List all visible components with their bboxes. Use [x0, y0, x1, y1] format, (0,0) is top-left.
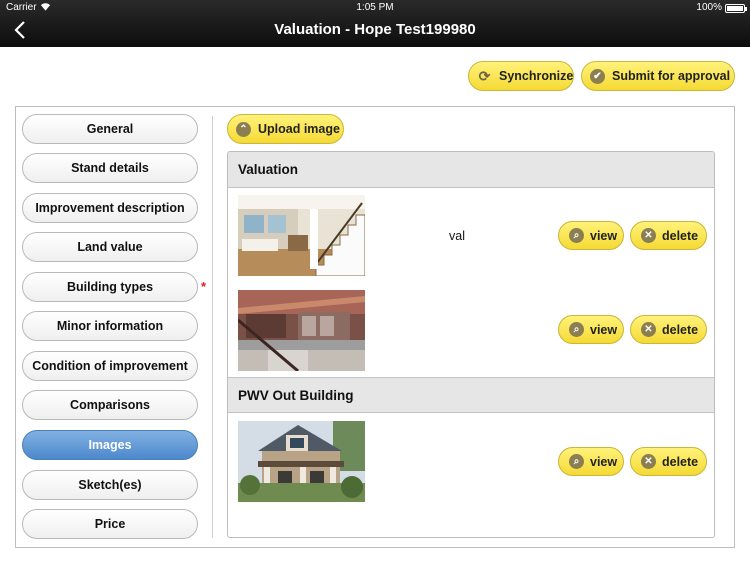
battery-icon — [725, 4, 747, 13]
section-header-valuation: Valuation — [228, 152, 714, 188]
sidebar-item-improvement-description[interactable]: Improvement description — [22, 193, 198, 223]
chevron-up-icon: ⌃ — [236, 121, 251, 137]
view-button[interactable]: ⌕ view — [558, 221, 624, 250]
delete-button[interactable]: ✕ delete — [630, 221, 707, 250]
sidebar-item-condition-of-improvement[interactable]: Condition of improvement — [22, 351, 198, 381]
view-button[interactable]: ⌕ view — [558, 315, 624, 344]
sidebar-item-comparisons[interactable]: Comparisons — [22, 390, 198, 420]
delete-label: delete — [662, 228, 699, 243]
interior-kitchen-photo[interactable] — [238, 290, 365, 371]
page-title: Valuation - Hope Test199980 — [274, 21, 476, 38]
top-bar: Carrier 1:05 PM 100% Valuation - Hope Te… — [0, 0, 750, 47]
battery-percent: 100% — [696, 2, 722, 13]
synchronize-button[interactable]: ⟳ Synchronize — [468, 61, 574, 91]
sidebar-item-sketches[interactable]: Sketch(es) — [22, 470, 198, 500]
close-icon: ✕ — [641, 322, 656, 337]
magnifier-icon: ⌕ — [569, 322, 584, 337]
sidebar-item-minor-information[interactable]: Minor information — [22, 311, 198, 341]
required-marker: * — [201, 279, 207, 294]
submit-label: Submit for approval — [612, 69, 731, 83]
view-label: view — [590, 454, 618, 469]
sync-icon: ⟳ — [478, 67, 491, 84]
upload-image-label: Upload image — [258, 122, 340, 136]
section-header-pwv-out-building: PWV Out Building — [228, 377, 714, 413]
status-time: 1:05 PM — [356, 2, 394, 13]
upload-image-button[interactable]: ⌃ Upload image — [227, 114, 344, 144]
sidebar-item-building-types[interactable]: Building types — [22, 272, 198, 302]
close-icon: ✕ — [641, 228, 656, 243]
checkmark-icon: ✔ — [590, 68, 605, 84]
delete-label: delete — [662, 322, 699, 337]
sidebar-item-images[interactable]: Images — [22, 430, 198, 460]
image-caption: val — [449, 229, 465, 243]
sidebar-item-stand-details[interactable]: Stand details — [22, 153, 198, 183]
delete-button[interactable]: ✕ delete — [630, 315, 707, 344]
synchronize-label: Synchronize — [499, 69, 574, 83]
sidebar-item-general[interactable]: General — [22, 114, 198, 144]
submit-for-approval-button[interactable]: ✔ Submit for approval — [581, 61, 735, 91]
view-button[interactable]: ⌕ view — [558, 447, 624, 476]
sidebar-item-price[interactable]: Price — [22, 509, 198, 539]
view-label: view — [590, 322, 618, 337]
magnifier-icon: ⌕ — [569, 454, 584, 469]
house-exterior-photo[interactable] — [238, 421, 365, 502]
magnifier-icon: ⌕ — [569, 228, 584, 243]
sidebar-item-land-value[interactable]: Land value — [22, 232, 198, 262]
interior-staircase-photo[interactable] — [238, 195, 365, 276]
view-label: view — [590, 228, 618, 243]
status-bar: Carrier 1:05 PM 100% — [0, 0, 750, 16]
delete-button[interactable]: ✕ delete — [630, 447, 707, 476]
images-panel: Valuation val ⌕ view ✕ delete ⌕ view ✕ d… — [227, 151, 715, 538]
close-icon: ✕ — [641, 454, 656, 469]
delete-label: delete — [662, 454, 699, 469]
sidebar-divider — [212, 116, 213, 538]
